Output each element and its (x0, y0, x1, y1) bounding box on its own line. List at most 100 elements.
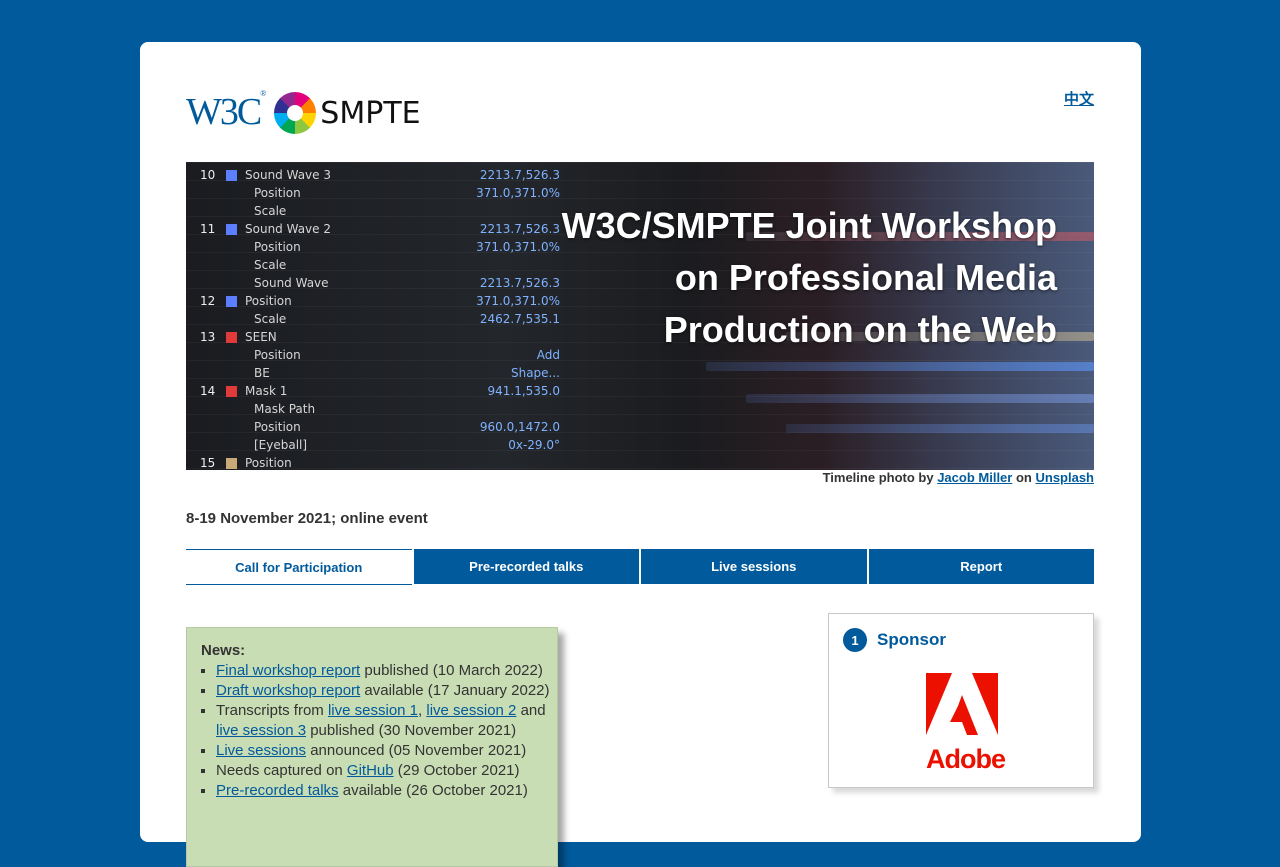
timeline-row: 11 Sound Wave 2 2213.7,526.3 (200, 220, 560, 238)
hero-stripe (706, 362, 1094, 371)
hero-title-line: W3C/SMPTE Joint Workshop (561, 205, 1057, 246)
page-card: W3C® SMPTE 中文 10 Sound Wave 3 2213.7,526.3… (140, 42, 1141, 867)
timeline-row-label: [Eyeball] (254, 438, 308, 452)
news-box: News: Final workshop report published (1… (186, 627, 558, 867)
layer-color-swatch (226, 385, 237, 397)
layer-color-swatch (226, 295, 237, 307)
timeline-row-number: 15 (200, 456, 216, 470)
news-list: Final workshop report published (10 Marc… (201, 661, 557, 801)
layer-color-swatch (226, 457, 237, 469)
timeline-row-number: 12 (200, 294, 216, 308)
adobe-wordmark: Adobe (926, 744, 1006, 774)
timeline-row-label: Scale (254, 258, 287, 272)
timeline-row-value: Add (536, 348, 560, 362)
list-item: Final workshop report published (10 Marc… (216, 661, 557, 681)
timeline-row-label: BE (254, 366, 270, 380)
timeline-row: 10 Sound Wave 3 2213.7,526.3 (200, 166, 560, 184)
timeline-row-value: 960.0,1472.0 (479, 420, 560, 434)
timeline-row: Position 960.0,1472.0 (200, 418, 560, 436)
timeline-row: Position 371.0,371.0% (200, 238, 560, 256)
list-item: Draft workshop report available (17 Janu… (216, 681, 557, 701)
final-report-link[interactable]: Final workshop report (216, 662, 360, 679)
tab-bar: Call for Participation Pre-recorded talk… (186, 549, 1094, 585)
hero-title: W3C/SMPTE Joint Workshop on Professional… (562, 200, 1057, 356)
timeline-row: Scale 2462.7,535.1 (200, 310, 560, 328)
timeline-rows: 10 Sound Wave 3 2213.7,526.3 Position 371.0,… (200, 166, 560, 470)
timeline-row: BE Shape... (200, 364, 560, 382)
live-session-2-link[interactable]: live session 2 (426, 702, 516, 719)
live-sessions-link[interactable]: Live sessions (216, 742, 306, 759)
timeline-row-number: 11 (200, 222, 216, 236)
timeline-row: Sound Wave 2213.7,526.3 (200, 274, 560, 292)
header-logos: W3C® SMPTE (186, 88, 421, 138)
timeline-row: 13 SEEN (200, 328, 560, 346)
timeline-row-value: 371.0,371.0% (476, 294, 560, 308)
list-item: Live sessions announced (05 November 202… (216, 741, 557, 761)
tab-call-for-participation[interactable]: Call for Participation (186, 549, 412, 585)
timeline-row-label: SEEN (245, 330, 277, 344)
timeline-row: Mask Path (200, 400, 560, 418)
timeline-row: Position 371.0,371.0% (200, 184, 560, 202)
timeline-row: 14 Mask 1 941.1,535.0 (200, 382, 560, 400)
layer-color-swatch (226, 223, 237, 235)
timeline-row-value: 371.0,371.0% (476, 240, 560, 254)
timeline-row: 12 Position 371.0,371.0% (200, 292, 560, 310)
github-link[interactable]: GitHub (347, 762, 394, 779)
unsplash-link[interactable]: Unsplash (1035, 470, 1094, 485)
adobe-logo[interactable]: Adobe (926, 673, 1006, 774)
timeline-row-number: 14 (200, 384, 216, 398)
hero-stripe (746, 394, 1094, 403)
timeline-row-label: Sound Wave (254, 276, 329, 290)
live-session-3-link[interactable]: live session 3 (216, 722, 306, 739)
timeline-row-label: Scale (254, 204, 287, 218)
live-session-1-link[interactable]: live session 1 (328, 702, 418, 719)
timeline-row-label: Position (245, 456, 292, 470)
layer-color-swatch (226, 331, 237, 343)
hero-title-line: on Professional Media (674, 257, 1057, 298)
chinese-language-link[interactable]: 中文 (1064, 88, 1094, 109)
adobe-a-icon (926, 673, 998, 735)
timeline-row-label: Position (245, 294, 292, 308)
timeline-row-number: 10 (200, 168, 216, 182)
list-item: Pre-recorded talks available (26 October… (216, 781, 557, 801)
pre-recorded-talks-link[interactable]: Pre-recorded talks (216, 782, 339, 799)
tab-live-sessions[interactable]: Live sessions (641, 549, 867, 584)
timeline-row-label: Position (254, 186, 301, 200)
timeline-row-label: Scale (254, 312, 287, 326)
timeline-row: [Eyeball] 0x-29.0° (200, 436, 560, 454)
hero-title-line: Production on the Web (663, 309, 1057, 350)
sponsor-title: Sponsor (877, 630, 946, 649)
sponsor-box: 1 Sponsor Adobe (828, 613, 1094, 788)
timeline-row: Scale (200, 256, 560, 274)
timeline-row-value: Shape... (510, 366, 560, 380)
event-date: 8-19 November 2021; online event (186, 510, 428, 527)
timeline-row-label: Mask 1 (245, 384, 288, 398)
timeline-row-value: 2462.7,535.1 (479, 312, 560, 326)
draft-report-link[interactable]: Draft workshop report (216, 682, 360, 699)
timeline-row-value: 2213.7,526.3 (479, 222, 560, 236)
timeline-row-value: 0x-29.0° (508, 438, 560, 452)
timeline-row: Position Add (200, 346, 560, 364)
tab-report[interactable]: Report (868, 549, 1094, 584)
timeline-row-label: Position (254, 240, 301, 254)
hero-banner: 10 Sound Wave 3 2213.7,526.3 Position 371.0,… (186, 162, 1094, 470)
timeline-row-label: Position (254, 348, 301, 362)
timeline-row-label: Mask Path (254, 402, 316, 416)
list-item: Needs captured on GitHub (29 October 202… (216, 761, 557, 781)
tab-pre-recorded-talks[interactable]: Pre-recorded talks (413, 549, 639, 584)
timeline-row-label: Position (254, 420, 301, 434)
smpte-logo-text: SMPTE (320, 95, 421, 131)
timeline-row-value: 2213.7,526.3 (479, 168, 560, 182)
timeline-row: Scale (200, 202, 560, 220)
w3c-logo[interactable]: W3C® (186, 89, 266, 134)
timeline-row-value: 371.0,371.0% (476, 186, 560, 200)
layer-color-swatch (226, 169, 237, 181)
timeline-row-value: 2213.7,526.3 (479, 276, 560, 290)
list-item: Transcripts from live session 1, live se… (216, 701, 557, 741)
smpte-logo[interactable]: SMPTE (274, 92, 421, 134)
photo-credit: Timeline photo by Jacob Miller on Unspla… (822, 470, 1094, 485)
timeline-row-label: Sound Wave 2 (245, 222, 331, 236)
hero-stripe (786, 424, 1094, 433)
timeline-row-value: 941.1,535.0 (487, 384, 560, 398)
photographer-link[interactable]: Jacob Miller (937, 470, 1012, 485)
